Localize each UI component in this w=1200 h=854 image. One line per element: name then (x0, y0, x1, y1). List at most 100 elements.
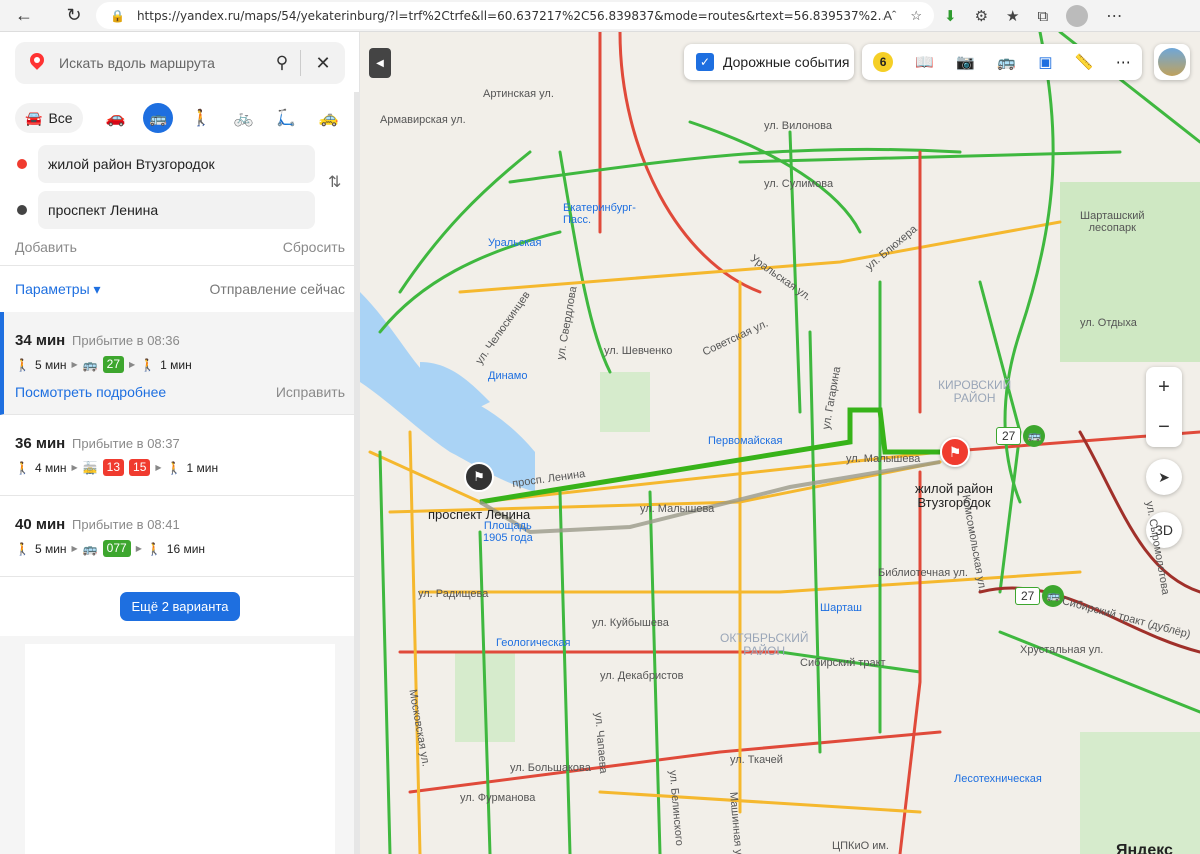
close-icon[interactable]: ✕ (301, 53, 345, 74)
traffic-events-toggle[interactable]: ✓ Дорожные события (684, 44, 854, 80)
route-panel: Искать вдоль маршрута ⚲ ✕ 🚘 Все 🚗 🚌 🚶 🚲 … (0, 32, 360, 854)
street-label: ул. Большакова (510, 762, 591, 774)
route-option-3[interactable]: 40 мин Прибытие в 08:41 🚶 5 мин ▶ 🚌 077 … (0, 496, 354, 577)
district-line: РАЙОН (743, 644, 786, 658)
route-duration: 36 мин (15, 435, 66, 452)
more-variants-button[interactable]: Ещё 2 варианта (120, 592, 240, 621)
route-arrival: Прибытие в 08:37 (72, 436, 180, 451)
route-end-pin[interactable]: ⚑ (940, 437, 970, 467)
download-extension-icon[interactable]: ⬇ (944, 7, 957, 25)
add-favorite-icon[interactable]: ☆ (910, 8, 922, 24)
end-label-line: жилой район (915, 481, 993, 496)
layers-icon[interactable]: ▣ (1038, 53, 1052, 71)
route-start-pin[interactable]: ⚑ (464, 462, 494, 492)
pedestrian-icon: 🚶 (140, 357, 156, 372)
location-arrow-icon: ➤ (1158, 468, 1170, 485)
ad-placeholder (25, 644, 335, 854)
swap-icon[interactable]: ⇅ (328, 172, 341, 192)
pedestrian-icon: 🚶 (15, 460, 30, 475)
route-duration: 40 мин (15, 516, 66, 533)
zoom-out-button[interactable]: − (1146, 407, 1182, 447)
metro-station-label: Геологическая (496, 637, 571, 649)
walk-duration: 5 мин (34, 357, 67, 372)
route-search-box[interactable]: Искать вдоль маршрута ⚲ ✕ (15, 42, 345, 84)
pedestrian-icon: 🚶 (146, 541, 162, 556)
browser-toolbar: ← ↻ 🔒 https://yandex.ru/maps/54/yekateri… (0, 0, 1200, 32)
street-label: Библиотечная ул. (878, 567, 968, 579)
route-option-2[interactable]: 36 мин Прибытие в 08:37 🚶 4 мин ▶ 🚋 13 1… (0, 415, 354, 496)
walk-duration: 5 мин (34, 541, 67, 556)
search-input[interactable]: Искать вдоль маршрута (59, 55, 264, 71)
camera-icon[interactable]: 📷 (956, 53, 975, 71)
reader-mode-icon[interactable]: Aˆ (883, 8, 896, 24)
params-row: Параметры ▾ Отправление сейчас (15, 281, 345, 298)
arrow-icon: ▶ (71, 360, 78, 369)
reload-icon[interactable]: ↻ (58, 0, 90, 32)
to-field[interactable]: проспект Ленина (38, 191, 315, 229)
walk-duration: 1 мин (186, 460, 219, 475)
transport-modes: 🚘 Все 🚗 🚌 🚶 🚲 🛴 🚕 (15, 102, 350, 134)
bus-stop-marker[interactable]: 27 🚌 (996, 425, 1046, 447)
district-label: КИРОВСКИЙ РАЙОН (938, 379, 1011, 405)
locate-me-button[interactable]: ➤ (1146, 459, 1182, 495)
mode-bike-button[interactable]: 🚲 (222, 103, 265, 133)
traffic-level-badge[interactable]: 6 (873, 52, 894, 72)
params-button[interactable]: Параметры ▾ (15, 281, 101, 298)
search-icon[interactable]: ⚲ (264, 53, 300, 73)
add-point-link[interactable]: Добавить (15, 239, 77, 255)
transit-layer-icon[interactable]: 🚌 (997, 53, 1016, 71)
street-label: ул. Радищева (418, 588, 489, 600)
departure-time[interactable]: Отправление сейчас (210, 281, 345, 298)
mode-scooter-button[interactable]: 🛴 (265, 103, 308, 133)
bus-icon: 🚌 (82, 357, 98, 372)
mode-walk-button[interactable]: 🚶 (180, 103, 223, 133)
mode-all-button[interactable]: 🚘 Все (15, 103, 83, 133)
scooter-icon: 🛴 (276, 110, 297, 127)
park-label: ЦПКиО им. (832, 840, 889, 852)
checkbox-checked-icon[interactable]: ✓ (696, 53, 714, 71)
mode-car-button[interactable]: 🚗 (95, 103, 138, 133)
zoom-control: + − (1146, 367, 1182, 447)
panorama-icon[interactable]: 📖 (915, 53, 934, 71)
lock-icon: 🔒 (110, 8, 125, 23)
street-label: Армавирская ул. (380, 114, 466, 126)
bus-stop-marker[interactable]: 27 🚌 (1015, 585, 1065, 607)
walk-duration: 4 мин (34, 460, 67, 475)
walk-duration: 16 мин (166, 541, 206, 556)
map-view[interactable]: ◀ ✓ Дорожные события 6 📖 📷 🚌 ▣ 📏 ⋯ + − ➤… (360, 32, 1200, 854)
more-icon[interactable]: ⋯ (1106, 6, 1122, 26)
arrow-icon: ▶ (71, 463, 78, 472)
to-dot-icon (17, 205, 27, 215)
tram-number-badge: 15 (129, 459, 151, 476)
pedestrian-icon: 🚶 (191, 110, 211, 127)
address-bar[interactable]: 🔒 https://yandex.ru/maps/54/yekaterinbur… (96, 2, 934, 29)
details-link[interactable]: Посмотреть подробнее (15, 384, 166, 400)
profile-avatar[interactable] (1066, 5, 1089, 27)
back-icon[interactable]: ← (8, 0, 40, 32)
from-field[interactable]: жилой район Втузгородок (38, 145, 315, 183)
collapse-panel-button[interactable]: ◀ (369, 48, 391, 78)
more-icon[interactable]: ⋯ (1116, 53, 1131, 71)
route-legs: 🚶 5 мин ▶ 🚌 27 ▶ 🚶 1 мин (15, 356, 192, 373)
extensions-icon[interactable]: ⚙ (975, 7, 988, 25)
zoom-in-button[interactable]: + (1146, 367, 1182, 407)
url-text: https://yandex.ru/maps/54/yekaterinburg/… (136, 8, 884, 23)
tram-number-badge: 13 (102, 459, 125, 476)
fix-link[interactable]: Исправить (276, 384, 345, 400)
mode-taxi-button[interactable]: 🚕 (307, 103, 350, 133)
route-point-from: жилой район Втузгородок (15, 145, 315, 183)
route-points-actions: Добавить Сбросить (15, 239, 345, 255)
favorites-icon[interactable]: ★ (1006, 7, 1019, 25)
walk-duration: 1 мин (160, 357, 192, 372)
arrow-icon: ▶ (71, 544, 78, 553)
reset-link[interactable]: Сбросить (283, 239, 345, 255)
stop-label: Первомайская (708, 435, 783, 447)
user-avatar[interactable] (1154, 44, 1190, 80)
arrow-icon: ▶ (129, 360, 136, 369)
bus-number-badge: 077 (102, 540, 131, 557)
collections-icon[interactable]: ⧉ (1037, 8, 1048, 25)
mode-transit-button[interactable]: 🚌 (137, 103, 180, 133)
ruler-icon[interactable]: 📏 (1075, 53, 1094, 71)
route-option-1[interactable]: 34 мин Прибытие в 08:36 🚶 5 мин ▶ 🚌 27 ▶… (0, 312, 354, 415)
metro-station-label: Динамо (488, 370, 528, 382)
